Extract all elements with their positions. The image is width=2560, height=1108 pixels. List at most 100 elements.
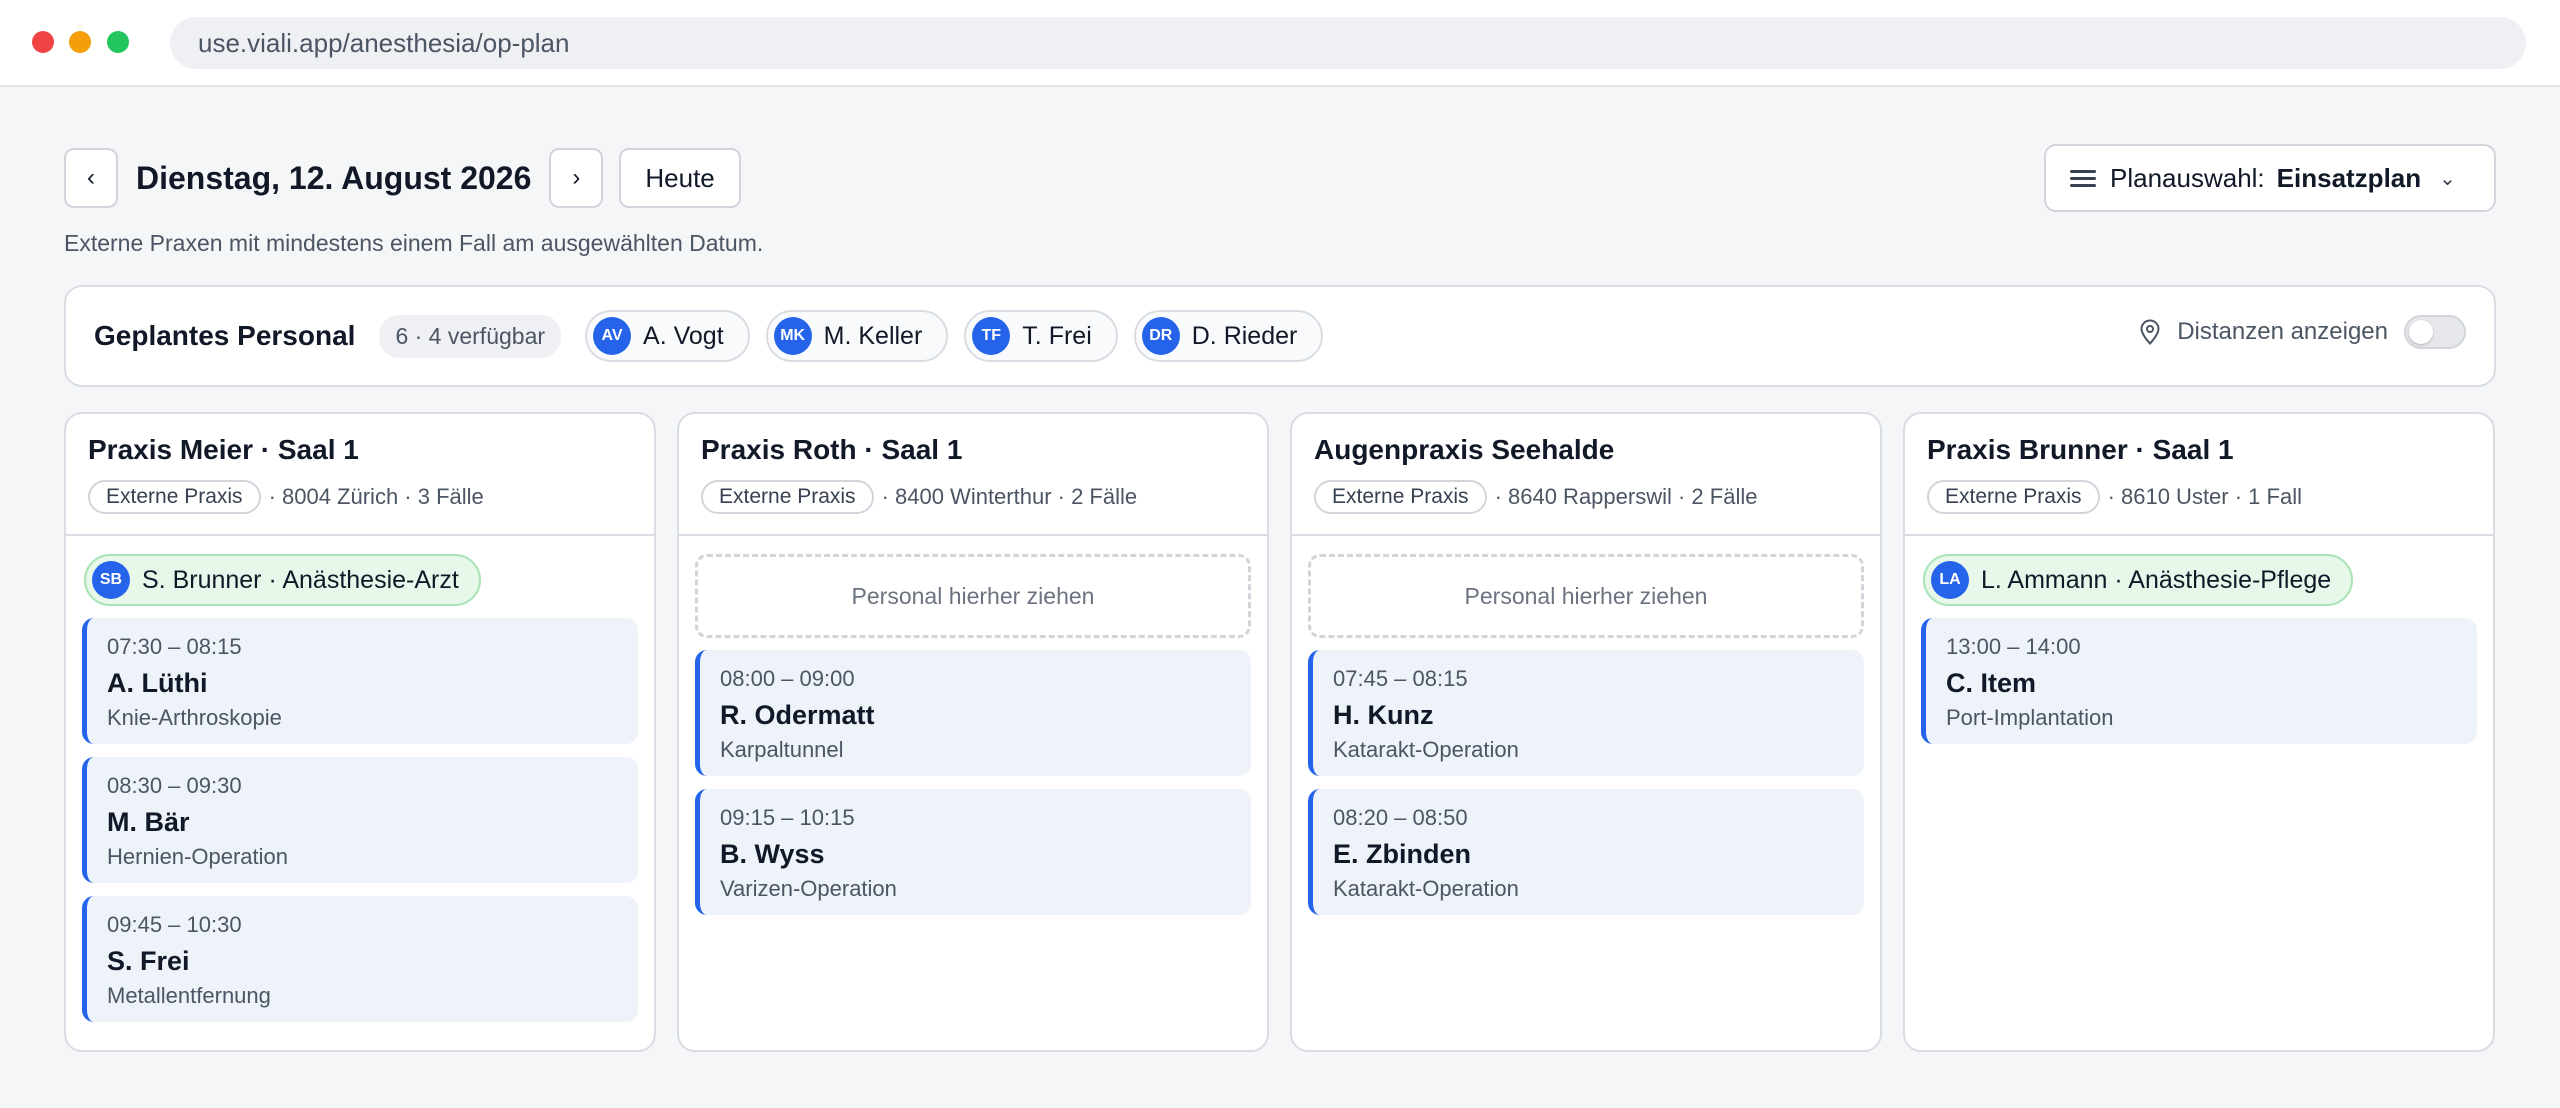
case-card[interactable]: 09:15 – 10:15 B. Wyss Varizen-Operation <box>695 789 1251 915</box>
case-time: 07:30 – 08:15 <box>107 634 242 659</box>
staff-bar: Geplantes Personal 6 · 4 verfügbar AV A.… <box>64 285 2496 387</box>
next-day-button[interactable]: › <box>549 148 604 208</box>
column-title: Augenpraxis Seehalde <box>1314 434 1615 465</box>
case-procedure: Metallentfernung <box>107 983 271 1008</box>
plan-select[interactable]: Planauswahl: Einsatzplan ⌄ <box>2044 144 2496 212</box>
external-practice-badge: Externe Praxis <box>1314 480 1487 514</box>
case-patient: R. Odermatt <box>720 700 875 730</box>
column-header: Praxis Brunner · Saal 1 Externe Praxis ·… <box>1905 414 2493 536</box>
case-patient: S. Frei <box>107 946 190 976</box>
column-body: LA L. Ammann · Anästhesie-Pflege 13:00 –… <box>1905 536 2493 744</box>
distance-label: Distanzen anzeigen <box>2177 318 2388 345</box>
today-button[interactable]: Heute <box>619 148 741 208</box>
staff-name: M. Keller <box>823 321 923 350</box>
case-card[interactable]: 13:00 – 14:00 C. Item Port-Implantation <box>1921 618 2477 744</box>
case-card[interactable]: 08:00 – 09:00 R. Odermatt Karpaltunnel <box>695 650 1251 776</box>
case-patient: H. Kunz <box>1333 700 1434 730</box>
menu-icon <box>2070 166 2096 191</box>
column-header: Praxis Meier · Saal 1 Externe Praxis · 8… <box>66 414 654 536</box>
case-procedure: Katarakt-Operation <box>1333 737 1519 762</box>
staff-chip[interactable]: DR D. Rieder <box>1133 310 1324 362</box>
avatar: SB <box>92 561 130 599</box>
staff-name: A. Vogt <box>643 321 724 350</box>
case-procedure: Karpaltunnel <box>720 737 844 762</box>
column-header: Praxis Roth · Saal 1 Externe Praxis · 84… <box>679 414 1267 536</box>
assigned-staff-chip[interactable]: LA L. Ammann · Anästhesie-Pflege <box>1923 554 2354 606</box>
case-patient: M. Bär <box>107 807 190 837</box>
external-practice-badge: Externe Praxis <box>701 480 874 514</box>
column-body: Personal hierher ziehen 08:00 – 09:00 R.… <box>679 536 1267 915</box>
case-procedure: Knie-Arthroskopie <box>107 705 282 730</box>
case-procedure: Varizen-Operation <box>720 876 897 901</box>
minimize-window-dot[interactable] <box>69 31 91 53</box>
case-patient: B. Wyss <box>720 839 825 869</box>
external-practice-badge: Externe Praxis <box>88 480 261 514</box>
close-window-dot[interactable] <box>32 31 54 53</box>
distance-toggle[interactable] <box>2404 315 2466 349</box>
staff-title: Geplantes Personal <box>94 320 356 351</box>
case-card[interactable]: 08:30 – 09:30 M. Bär Hernien-Operation <box>82 757 638 883</box>
assigned-staff-label: L. Ammann · Anästhesie-Pflege <box>1981 565 2332 594</box>
column-title: Praxis Roth · Saal 1 <box>701 434 963 465</box>
column-title: Praxis Meier · Saal 1 <box>88 434 359 465</box>
case-time: 08:00 – 09:00 <box>720 666 855 691</box>
assigned-staff-chip[interactable]: SB S. Brunner · Anästhesie-Arzt <box>84 554 481 606</box>
page-title: Dienstag, 12. August 2026 <box>136 159 532 196</box>
staff-name: T. Frei <box>1022 321 1092 350</box>
external-practice-badge: Externe Praxis <box>1927 480 2100 514</box>
chevron-down-icon: ⌄ <box>2439 167 2456 190</box>
column-location: · 8640 Rapperswil · 2 Fälle <box>1494 484 1758 509</box>
case-procedure: Katarakt-Operation <box>1333 876 1519 901</box>
case-time: 08:20 – 08:50 <box>1333 805 1468 830</box>
column-location: · 8400 Winterthur · 2 Fälle <box>881 484 1138 509</box>
avatar: AV <box>593 317 632 355</box>
case-procedure: Hernien-Operation <box>107 844 288 869</box>
case-card[interactable]: 07:30 – 08:15 A. Lüthi Knie-Arthroskopie <box>82 618 638 744</box>
avatar: TF <box>972 317 1011 355</box>
column-meta: Externe Praxis · 8640 Rapperswil · 2 Fäl… <box>1314 480 1858 514</box>
avatar: LA <box>1931 561 1969 599</box>
case-card[interactable]: 08:20 – 08:50 E. Zbinden Katarakt-Operat… <box>1308 789 1864 915</box>
address-bar[interactable]: use.viali.app/anesthesia/op-plan <box>170 17 2526 69</box>
column-body: SB S. Brunner · Anästhesie-Arzt 07:30 – … <box>66 536 654 1022</box>
column-location: · 8004 Zürich · 3 Fälle <box>268 484 484 509</box>
case-patient: A. Lüthi <box>107 668 208 698</box>
case-card[interactable]: 09:45 – 10:30 S. Frei Metallentfernung <box>82 896 638 1022</box>
practice-column: Praxis Meier · Saal 1 Externe Praxis · 8… <box>64 412 656 1052</box>
column-title: Praxis Brunner · Saal 1 <box>1927 434 2234 465</box>
plan-select-label: Planauswahl: <box>2110 162 2265 193</box>
staff-chip[interactable]: MK M. Keller <box>765 310 949 362</box>
staff-chip[interactable]: AV A. Vogt <box>585 310 750 362</box>
column-meta: Externe Praxis · 8610 Uster · 1 Fall <box>1927 480 2471 514</box>
case-procedure: Port-Implantation <box>1946 705 2114 730</box>
practice-column: Praxis Brunner · Saal 1 Externe Praxis ·… <box>1903 412 2495 1052</box>
staff-dropzone[interactable]: Personal hierher ziehen <box>695 554 1251 638</box>
column-location: · 8610 Uster · 1 Fall <box>2107 484 2302 509</box>
page-subtitle: Externe Praxen mit mindestens einem Fall… <box>64 230 764 256</box>
column-meta: Externe Praxis · 8400 Winterthur · 2 Fäl… <box>701 480 1245 514</box>
case-time: 13:00 – 14:00 <box>1946 634 2081 659</box>
plan-select-value: Einsatzplan <box>2276 162 2422 193</box>
case-patient: C. Item <box>1946 668 2037 698</box>
staff-chip[interactable]: TF T. Frei <box>964 310 1118 362</box>
case-time: 07:45 – 08:15 <box>1333 666 1468 691</box>
staff-count-badge: 6 · 4 verfügbar <box>379 314 562 358</box>
previous-day-button[interactable]: ‹ <box>64 148 118 208</box>
case-time: 08:30 – 09:30 <box>107 773 242 798</box>
column-meta: Externe Praxis · 8004 Zürich · 3 Fälle <box>88 480 632 514</box>
map-pin-icon <box>2140 319 2160 345</box>
staff-dropzone[interactable]: Personal hierher ziehen <box>1308 554 1864 638</box>
column-body: Personal hierher ziehen 07:45 – 08:15 H.… <box>1292 536 1880 915</box>
maximize-window-dot[interactable] <box>107 31 129 53</box>
distance-toggle-group: Distanzen anzeigen <box>2139 315 2466 349</box>
case-card[interactable]: 07:45 – 08:15 H. Kunz Katarakt-Operation <box>1308 650 1864 776</box>
assigned-staff-label: S. Brunner · Anästhesie-Arzt <box>142 565 459 594</box>
staff-name: D. Rieder <box>1191 321 1298 350</box>
date-toolbar: ‹ Dienstag, 12. August 2026 › Heute <box>64 148 741 208</box>
case-time: 09:15 – 10:15 <box>720 805 855 830</box>
toggle-knob <box>2409 320 2433 344</box>
practice-column: Augenpraxis Seehalde Externe Praxis · 86… <box>1290 412 1882 1052</box>
avatar: MK <box>773 317 812 355</box>
browser-chrome: use.viali.app/anesthesia/op-plan <box>0 0 2560 87</box>
avatar: DR <box>1141 317 1180 355</box>
